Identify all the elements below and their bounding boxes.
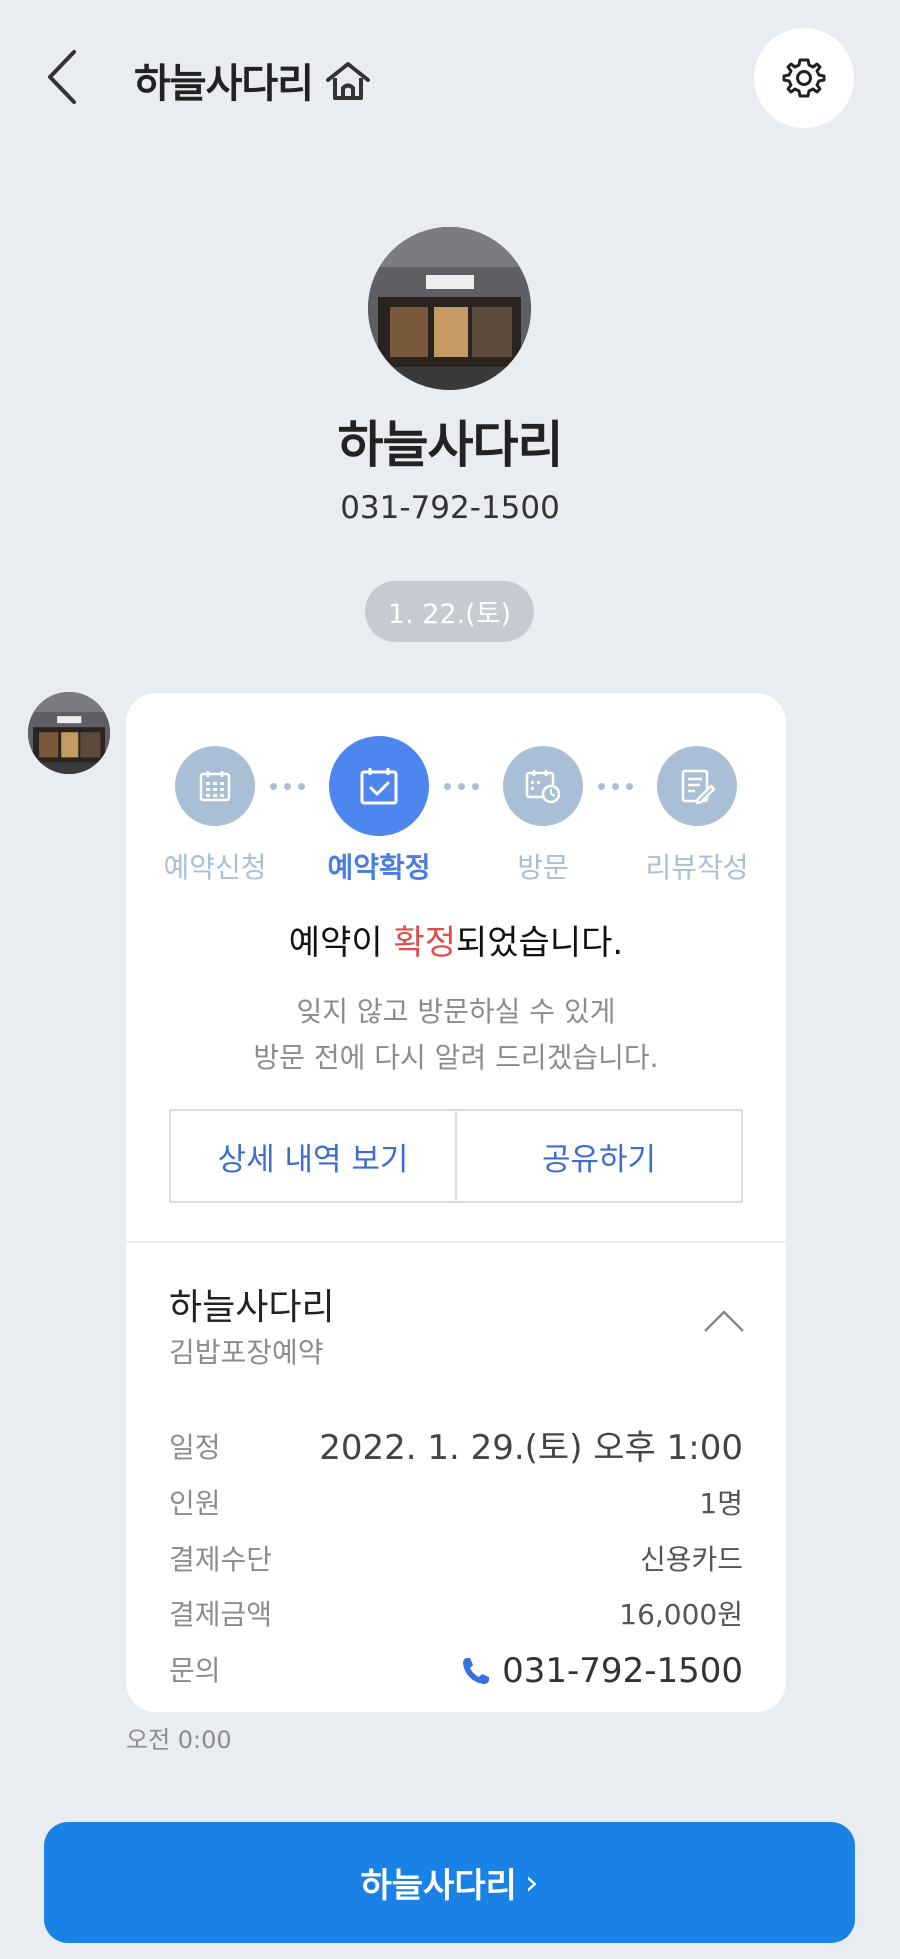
detail-value: 1명 [699, 1487, 743, 1520]
reservation-card: 예약신청 예약확정 방문 리뷰작성 예약이 확정되었습니다. 잊지 않고 방문하… [126, 693, 786, 1712]
chevron-up-icon[interactable] [702, 1307, 746, 1335]
detail-value: 2022. 1. 29.(토) 오후 1:00 [319, 1428, 743, 1468]
edit-note-icon [681, 769, 716, 805]
confirmation-title-prefix: 예약이 [288, 923, 394, 963]
shop-avatar[interactable] [368, 227, 531, 390]
confirmation-title-highlight: 확정 [393, 923, 456, 963]
shop-phone: 031-792-1500 [340, 490, 560, 526]
top-bar: 하늘사다리 [0, 0, 900, 160]
step-review-circle [657, 746, 737, 826]
inquiry-phone-link[interactable]: 031-792-1500 [460, 1649, 743, 1693]
detail-value: 신용카드 [639, 1543, 743, 1576]
settings-button[interactable] [754, 28, 854, 128]
confirmation-title-suffix: 되었습니다. [456, 923, 624, 963]
detail-label: 일정 [169, 1431, 221, 1464]
step-visit-label: 방문 [517, 851, 569, 884]
step-connector-dots [598, 783, 633, 790]
header-title: 하늘사다리 [134, 61, 314, 107]
detail-value: 16,000원 [619, 1598, 743, 1631]
detail-row-schedule: 일정 2022. 1. 29.(토) 오후 1:00 [169, 1426, 743, 1470]
detail-label: 결제수단 [169, 1543, 273, 1576]
card-divider [126, 1241, 786, 1243]
step-visit-circle [503, 746, 583, 826]
shop-home-button[interactable]: 하늘사다리 › [44, 1822, 855, 1943]
inquiry-phone-number: 031-792-1500 [502, 1651, 743, 1691]
step-connector-dots [444, 783, 479, 790]
shop-name: 하늘사다리 [337, 416, 564, 474]
date-divider-chip: 1. 22.(토) [365, 581, 534, 642]
step-request-label: 예약신청 [163, 851, 267, 884]
home-icon[interactable] [323, 58, 373, 102]
step-confirm-label: 예약확정 [327, 851, 431, 884]
message-avatar[interactable] [28, 692, 110, 774]
detail-row-payment-amount: 결제금액 16,000원 [169, 1593, 743, 1637]
step-connector-dots [270, 783, 305, 790]
detail-label: 문의 [169, 1654, 221, 1687]
header-title-group: 하늘사다리 [134, 50, 373, 110]
confirmation-title: 예약이 확정되었습니다. [126, 915, 786, 964]
detail-label: 인원 [169, 1487, 221, 1520]
phone-icon [463, 1658, 490, 1684]
step-confirm-circle [329, 736, 429, 836]
confirmation-desc-line1: 잊지 않고 방문하실 수 있게 [296, 995, 616, 1028]
storefront-photo-icon [28, 692, 110, 774]
calendar-clock-icon [525, 770, 561, 804]
detail-row-payment-method: 결제수단 신용카드 [169, 1538, 743, 1582]
gear-icon [782, 58, 826, 98]
chevron-left-icon [48, 50, 76, 104]
storefront-photo-icon [368, 227, 531, 390]
message-timestamp: 오전 0:00 [126, 1726, 232, 1754]
calendar-check-icon [360, 768, 398, 805]
view-details-button[interactable]: 상세 내역 보기 [171, 1111, 455, 1201]
calendar-grid-icon [199, 771, 231, 802]
detail-label: 결제금액 [169, 1598, 273, 1631]
share-button[interactable]: 공유하기 [455, 1111, 741, 1201]
confirmation-desc-line2: 방문 전에 다시 알려 드리겠습니다. [253, 1041, 659, 1074]
detail-row-inquiry: 문의 031-792-1500 [169, 1649, 743, 1693]
detail-row-people: 인원 1명 [169, 1482, 743, 1526]
shop-home-button-label: 하늘사다리 [360, 1866, 517, 1906]
detail-shop-name: 하늘사다리 [169, 1287, 335, 1328]
detail-reservation-type: 김밥포장예약 [169, 1336, 324, 1369]
step-review-label: 리뷰작성 [645, 851, 749, 884]
step-request-circle [175, 746, 255, 826]
confirmation-description: 잊지 않고 방문하실 수 있게 방문 전에 다시 알려 드리겠습니다. [126, 989, 786, 1081]
back-button[interactable] [38, 44, 88, 110]
chevron-right-icon: › [524, 1862, 539, 1903]
card-action-buttons: 상세 내역 보기 공유하기 [169, 1109, 743, 1203]
